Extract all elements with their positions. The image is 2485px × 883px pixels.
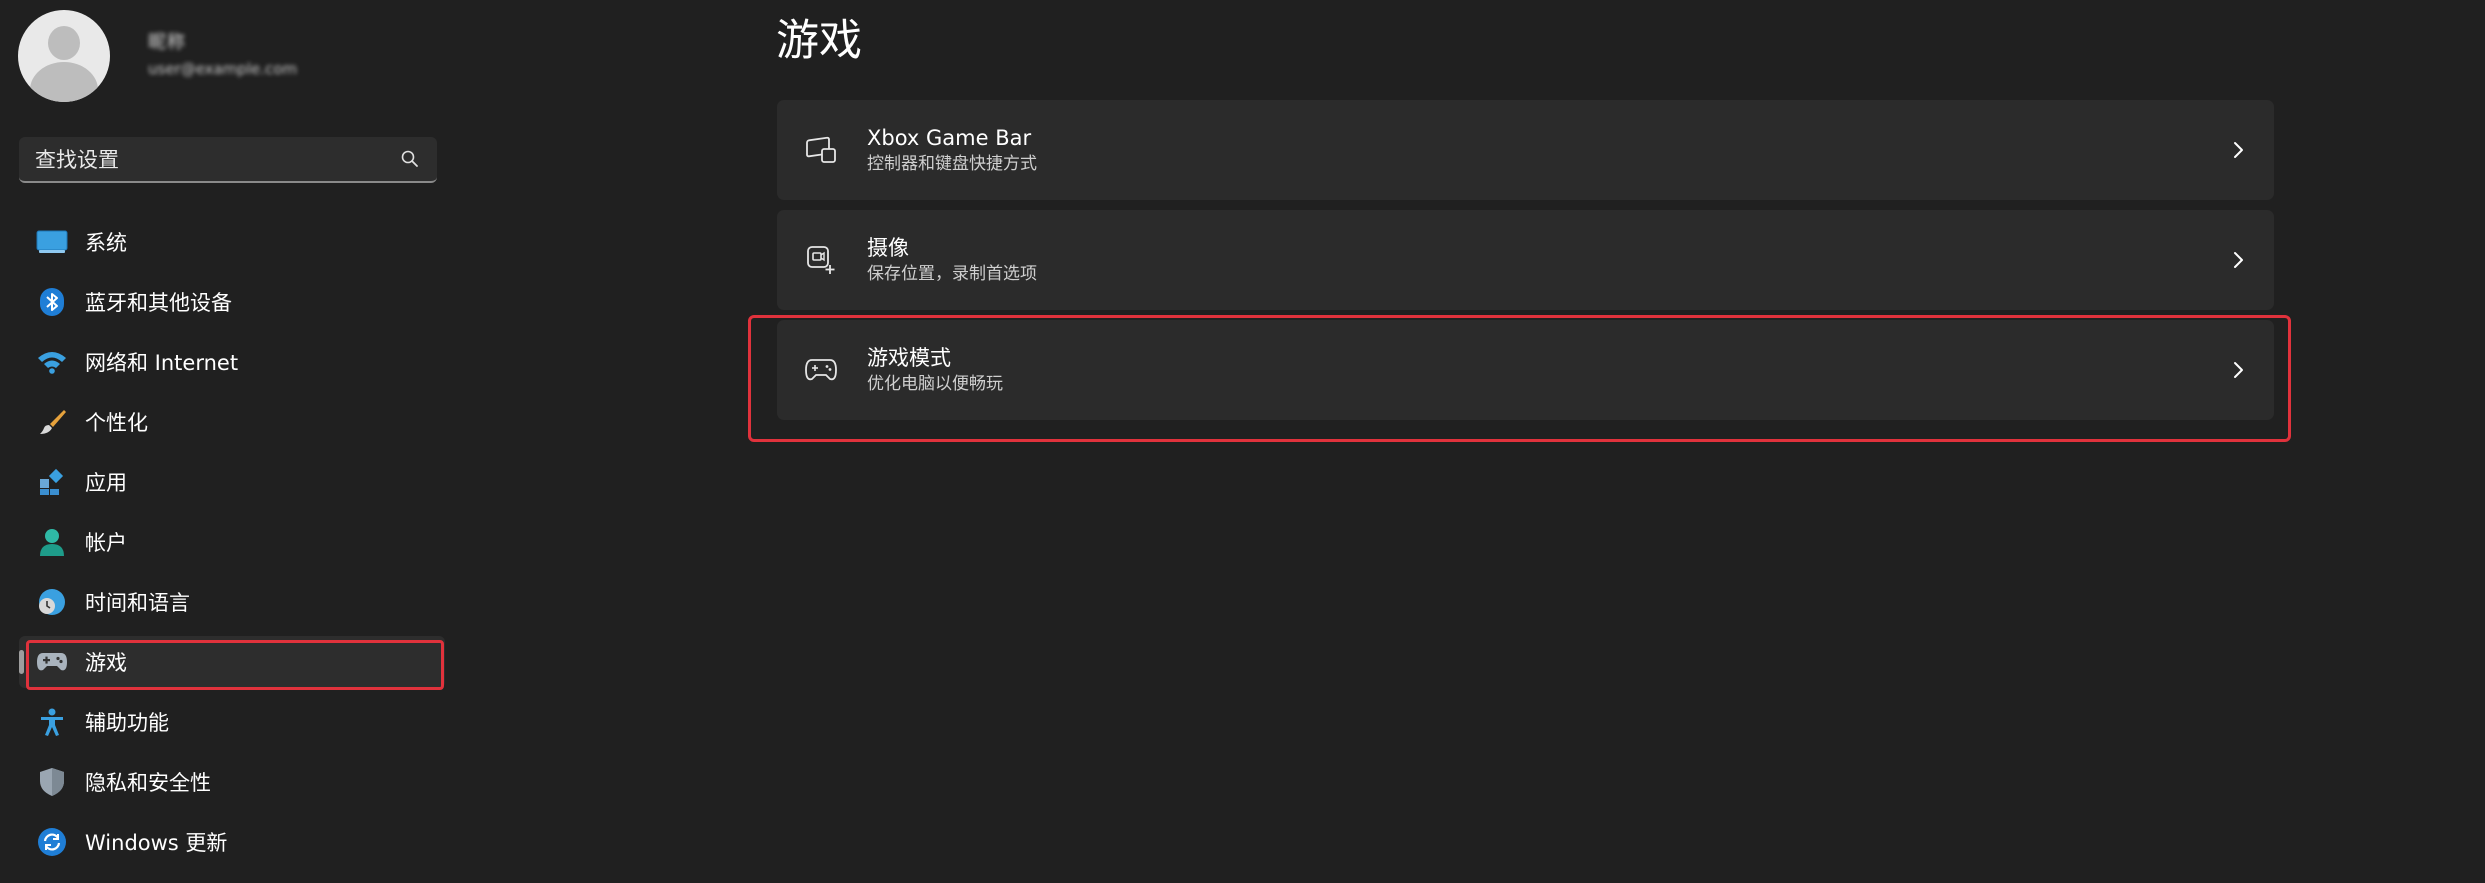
- apps-icon: [35, 465, 69, 499]
- sidebar-item-system[interactable]: 系统: [19, 216, 445, 268]
- sidebar-item-label: Windows 更新: [85, 831, 228, 855]
- brush-icon: [35, 405, 69, 439]
- sidebar-item-time-language[interactable]: 时间和语言: [19, 576, 445, 628]
- gamepad-icon: [35, 645, 69, 679]
- sidebar-item-accessibility[interactable]: 辅助功能: [19, 696, 445, 748]
- capture-icon: [803, 242, 839, 278]
- profile-email: user@example.com: [148, 60, 298, 78]
- game-mode-icon: [803, 352, 839, 388]
- sidebar-item-personalization[interactable]: 个性化: [19, 396, 445, 448]
- sidebar-item-network[interactable]: 网络和 Internet: [19, 336, 445, 388]
- profile-name: 昵称: [148, 32, 186, 53]
- avatar[interactable]: [18, 10, 110, 102]
- sidebar-item-label: 游戏: [85, 651, 127, 675]
- card-title: 摄像: [867, 236, 909, 260]
- search-input[interactable]: 查找设置: [19, 137, 437, 183]
- card-subtitle: 优化电脑以便畅玩: [867, 374, 1003, 394]
- sidebar-item-gaming[interactable]: 游戏: [19, 636, 445, 688]
- time-language-icon: [35, 585, 69, 619]
- card-title: 游戏模式: [867, 346, 951, 370]
- sidebar-item-label: 时间和语言: [85, 591, 190, 615]
- card-subtitle: 保存位置，录制首选项: [867, 264, 1037, 284]
- sidebar-item-windows-update[interactable]: Windows 更新: [19, 816, 445, 868]
- search-placeholder: 查找设置: [35, 148, 119, 172]
- card-title: Xbox Game Bar: [867, 126, 1032, 150]
- user-profile[interactable]: 昵称 user@example.com: [18, 10, 297, 102]
- sidebar-item-privacy[interactable]: 隐私和安全性: [19, 756, 445, 808]
- chevron-right-icon: [2226, 248, 2250, 272]
- game-bar-icon: [803, 132, 839, 168]
- shield-icon: [35, 765, 69, 799]
- sidebar-item-label: 帐户: [85, 531, 127, 555]
- accessibility-icon: [35, 705, 69, 739]
- windows-update-icon: [35, 825, 69, 859]
- selection-indicator: [19, 650, 24, 674]
- sidebar-item-label: 系统: [85, 231, 127, 255]
- chevron-right-icon: [2226, 138, 2250, 162]
- sidebar-nav: 系统 蓝牙和其他设备 网络和 Internet 个性化 应用 帐户 时间和语言 …: [19, 216, 445, 876]
- sidebar-item-label: 应用: [85, 471, 127, 495]
- sidebar-item-label: 蓝牙和其他设备: [85, 291, 232, 315]
- card-subtitle: 控制器和键盘快捷方式: [867, 154, 1037, 174]
- sidebar-item-label: 网络和 Internet: [85, 351, 239, 375]
- bluetooth-icon: [35, 285, 69, 319]
- card-captures[interactable]: 摄像 保存位置，录制首选项: [777, 210, 2274, 310]
- account-icon: [35, 525, 69, 559]
- card-game-mode[interactable]: 游戏模式 优化电脑以便畅玩: [777, 320, 2274, 420]
- card-xbox-game-bar[interactable]: Xbox Game Bar 控制器和键盘快捷方式: [777, 100, 2274, 200]
- sidebar-item-label: 隐私和安全性: [85, 771, 211, 795]
- wifi-icon: [35, 345, 69, 379]
- search-icon[interactable]: [399, 148, 421, 170]
- sidebar-item-apps[interactable]: 应用: [19, 456, 445, 508]
- sidebar-item-accounts[interactable]: 帐户: [19, 516, 445, 568]
- settings-card-list: Xbox Game Bar 控制器和键盘快捷方式 摄像 保存位置，录制首选项 游…: [777, 100, 2274, 430]
- chevron-right-icon: [2226, 358, 2250, 382]
- system-display-icon: [35, 225, 69, 259]
- sidebar-item-label: 个性化: [85, 411, 148, 435]
- page-title: 游戏: [776, 16, 862, 66]
- sidebar-item-bluetooth[interactable]: 蓝牙和其他设备: [19, 276, 445, 328]
- sidebar-item-label: 辅助功能: [85, 711, 169, 735]
